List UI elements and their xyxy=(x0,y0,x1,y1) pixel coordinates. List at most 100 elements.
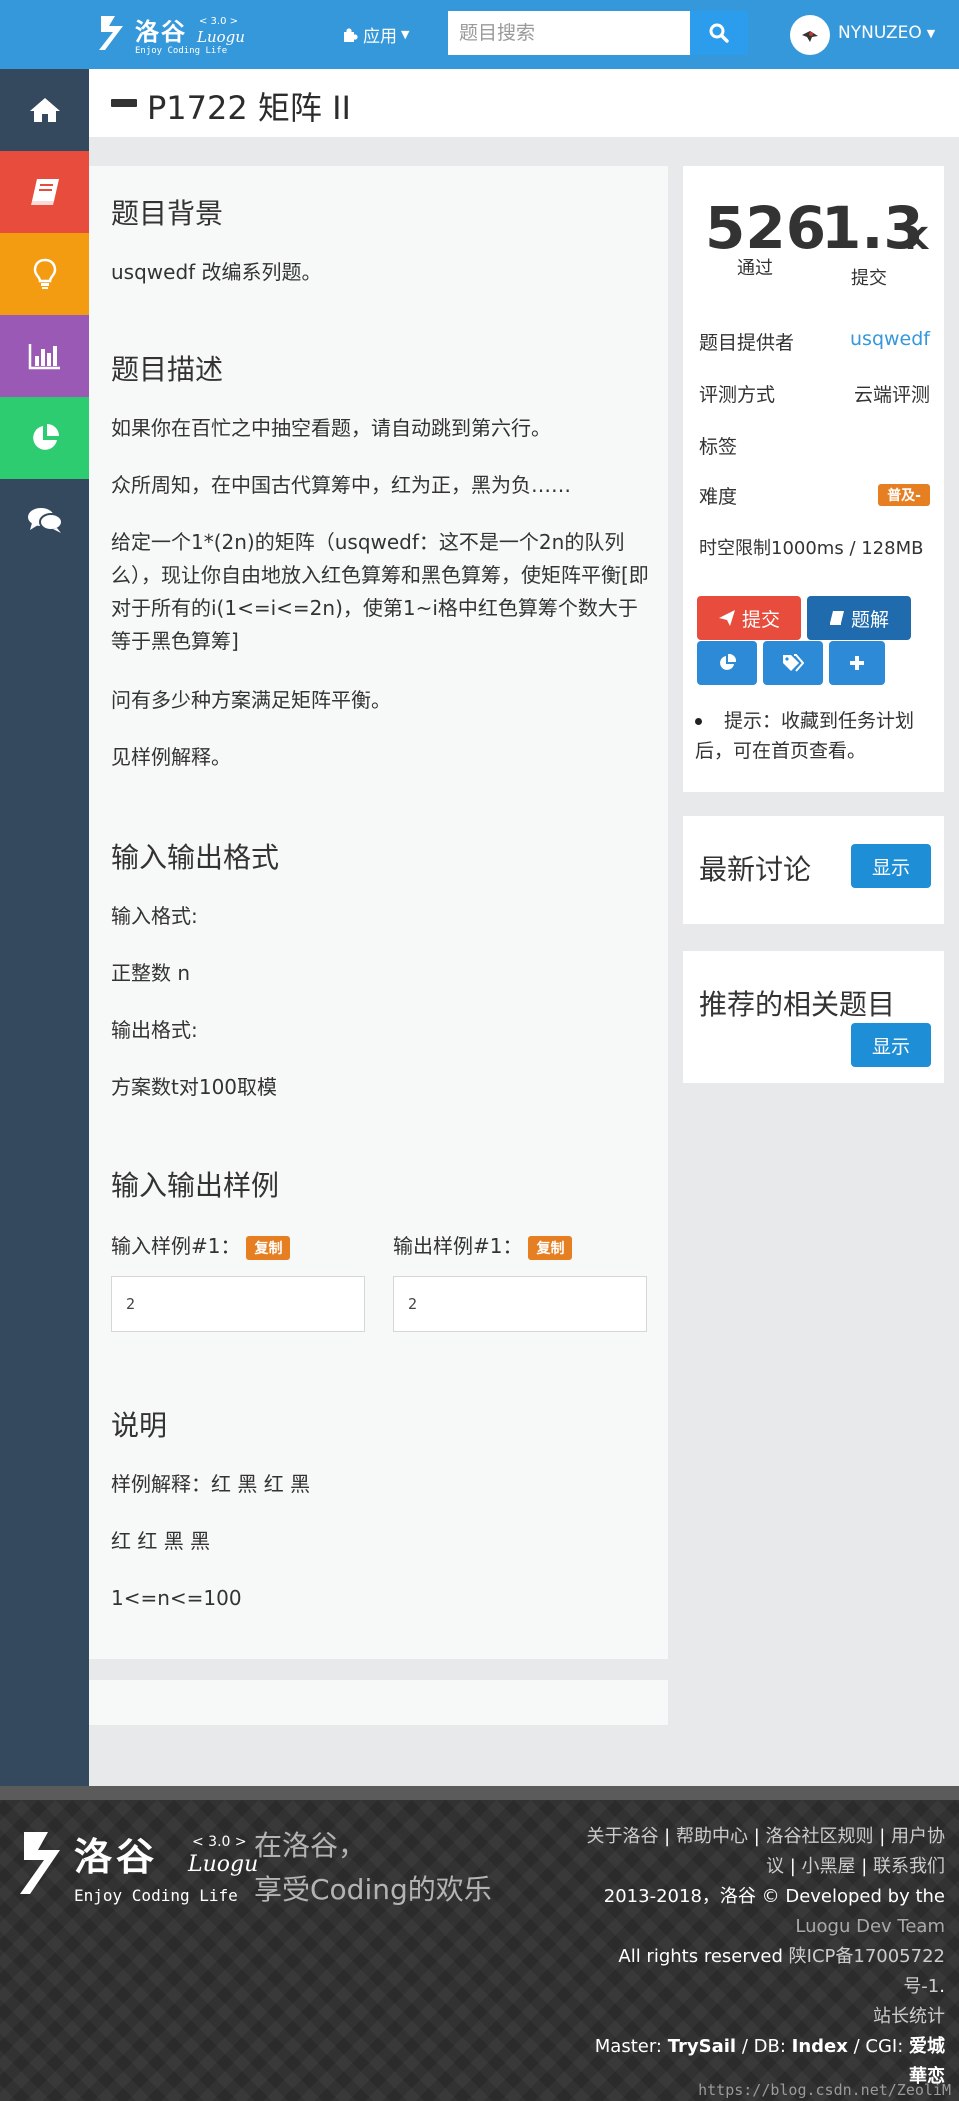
brand-cn: 洛谷 xyxy=(135,18,187,46)
problem-content: 题目背景 usqwedf 改编系列题。 题目描述 如果你在百忙之中抽空看题，请自… xyxy=(89,166,668,1659)
output-sample-box[interactable]: 2 xyxy=(393,1276,647,1332)
output-sample-label: 输出样例#1： xyxy=(393,1234,523,1258)
difficulty-label: 难度 xyxy=(699,486,738,508)
problem-title-bar: P1722 矩阵 II xyxy=(89,69,959,137)
description-paragraph: 如果你在百忙之中抽空看题，请自动跳到第六行。 xyxy=(111,416,551,440)
sidebar-item-discuss[interactable] xyxy=(0,479,89,561)
background-text: usqwedf 改编系列题。 xyxy=(111,260,322,284)
description-paragraph: 给定一个1*(2n)的矩阵（usqwedf：这不是一个2n的队列么），现让你自由… xyxy=(111,530,649,653)
description-heading: 题目描述 xyxy=(111,353,224,386)
footer-brand-version: < 3.0 > xyxy=(192,1834,247,1850)
brand-tagline: Enjoy Coding Life xyxy=(135,46,228,56)
footer-team-link[interactable]: Luogu Dev Team xyxy=(585,1912,945,1942)
comments-icon xyxy=(27,508,63,533)
problem-search-input[interactable] xyxy=(448,11,690,55)
footer-link-about[interactable]: 关于洛谷 xyxy=(586,1826,658,1847)
discussion-card: 最新讨论 显示 xyxy=(683,816,944,924)
footer-link-help[interactable]: 帮助中心 xyxy=(676,1826,748,1847)
output-format-text: 方案数t对100取模 xyxy=(111,1075,278,1099)
footer-icp-link[interactable]: 陕ICP备17005722号-1 xyxy=(789,1946,945,1997)
samples-heading: 输入输出样例 xyxy=(111,1169,280,1202)
solution-button[interactable]: 题解 xyxy=(807,596,911,640)
footer-brand-tagline: Enjoy Coding Life xyxy=(74,1886,238,1905)
copy-input-button[interactable]: 复制 xyxy=(246,1235,291,1260)
provider-link[interactable]: usqwedf xyxy=(850,328,930,350)
sidebar-item-problems[interactable] xyxy=(0,151,89,233)
luogu-logo[interactable]: 洛谷 < 3.0 > Luogu Enjoy Coding Life xyxy=(95,10,245,60)
pie-chart-icon xyxy=(720,654,736,670)
book-icon xyxy=(829,611,844,625)
difficulty-badge: 普及- xyxy=(878,484,930,506)
tags-row: 标签 xyxy=(699,432,930,459)
output-format-label: 输出格式: xyxy=(111,1018,198,1042)
footer-brand-cn: 洛谷 xyxy=(74,1835,159,1879)
notes-line: 1<=n<=100 xyxy=(111,1586,242,1610)
collapse-icon[interactable] xyxy=(111,99,137,107)
description-paragraph: 众所周知，在中国古代算筹中，红为正，黑为负…… xyxy=(111,473,571,497)
watermark-text: https://blog.csdn.net/ZeoliM xyxy=(698,2081,951,2099)
provider-row: 题目提供者 usqwedf xyxy=(699,328,930,355)
provider-label: 题目提供者 xyxy=(699,332,795,354)
footer-link-rules[interactable]: 洛谷社区规则 xyxy=(765,1826,873,1847)
stats-button[interactable] xyxy=(697,641,757,685)
limits-row: 时空限制1000ms / 128MB xyxy=(699,538,924,559)
paper-plane-icon xyxy=(718,610,735,626)
related-problems-card: 推荐的相关题目 显示 xyxy=(683,951,944,1083)
book-icon xyxy=(30,179,59,205)
notes-line: 红 红 黑 黑 xyxy=(111,1529,211,1553)
description-paragraph: 问有多少种方案满足矩阵平衡。 xyxy=(111,688,391,712)
caret-down-icon: ▼ xyxy=(926,26,936,40)
tags-button[interactable] xyxy=(763,641,823,685)
luogu-glyph-icon xyxy=(20,1832,60,1894)
search-button[interactable] xyxy=(690,11,748,55)
judge-value: 云端评测 xyxy=(853,384,930,406)
footer-link-blackroom[interactable]: 小黑屋 xyxy=(801,1856,855,1877)
submitted-label: 提交 xyxy=(851,268,887,289)
input-sample-label: 输入样例#1： xyxy=(111,1234,241,1258)
footer-slogan: 在洛谷， 享受Coding的欢乐 xyxy=(254,1824,492,1912)
lightbulb-icon xyxy=(33,258,56,289)
footer-link-contact[interactable]: 联系我们 xyxy=(873,1856,945,1877)
sidebar-item-ranking[interactable] xyxy=(0,315,89,397)
apps-menu[interactable]: 应用 ▼ xyxy=(343,22,409,47)
input-sample-header: 输入样例#1： 复制 xyxy=(111,1230,291,1260)
judge-label: 评测方式 xyxy=(699,384,776,406)
show-related-button[interactable]: 显示 xyxy=(851,1023,931,1067)
submit-button[interactable]: 提交 xyxy=(697,596,801,640)
sidebar-item-records[interactable] xyxy=(0,397,89,479)
user-avatar[interactable] xyxy=(790,15,830,55)
footer-logo: 洛谷 < 3.0 > Luogu Enjoy Coding Life xyxy=(14,1826,258,1905)
hint-item: 提示：收藏到任务计划后，可在首页查看。 xyxy=(695,706,933,766)
sidebar-item-home[interactable] xyxy=(0,69,89,151)
footer-links: 关于洛谷 | 帮助中心 | 洛谷社区规则 | 用户协议 | 小黑屋 | 联系我们… xyxy=(585,1826,945,2087)
input-format-text: 正整数 n xyxy=(111,961,191,985)
footer-brand-name: Luogu xyxy=(188,1852,259,1877)
judge-row: 评测方式 云端评测 xyxy=(699,380,930,407)
footer-stats-link[interactable]: 站长统计 xyxy=(585,2002,945,2032)
db-value: Index xyxy=(791,2036,848,2057)
add-to-list-button[interactable] xyxy=(829,641,885,685)
submit-label: 提交 xyxy=(741,608,780,631)
accepted-label: 通过 xyxy=(737,258,773,279)
search-icon xyxy=(709,23,729,43)
copy-output-button[interactable]: 复制 xyxy=(528,1235,573,1260)
footer-slogan-line: 在洛谷， xyxy=(254,1829,367,1862)
user-menu[interactable]: NYNUZEO ▼ xyxy=(838,23,935,43)
difficulty-row: 难度 普及- xyxy=(699,482,930,509)
sidebar-item-tips[interactable] xyxy=(0,233,89,315)
footer-divider xyxy=(0,1786,959,1800)
accepted-count: 526 xyxy=(705,194,827,262)
username-label: NYNUZEO xyxy=(838,23,922,43)
luogu-glyph-icon xyxy=(99,16,123,50)
pie-chart-icon xyxy=(32,424,59,450)
plus-icon xyxy=(850,656,864,670)
hint-text: 提示：收藏到任务计划后，可在首页查看。 xyxy=(695,710,915,762)
input-sample-box[interactable]: 2 xyxy=(111,1276,365,1332)
db-label: DB: xyxy=(753,2036,786,2057)
left-sidebar xyxy=(0,69,89,1786)
solution-label: 题解 xyxy=(850,608,889,631)
problem-info-card: 526 通过 1.3 K 提交 题目提供者 usqwedf 评测方式 云端评测 … xyxy=(683,166,944,792)
home-icon xyxy=(29,98,60,122)
input-format-label: 输入格式: xyxy=(111,904,198,928)
show-discussion-button[interactable]: 显示 xyxy=(851,844,931,888)
